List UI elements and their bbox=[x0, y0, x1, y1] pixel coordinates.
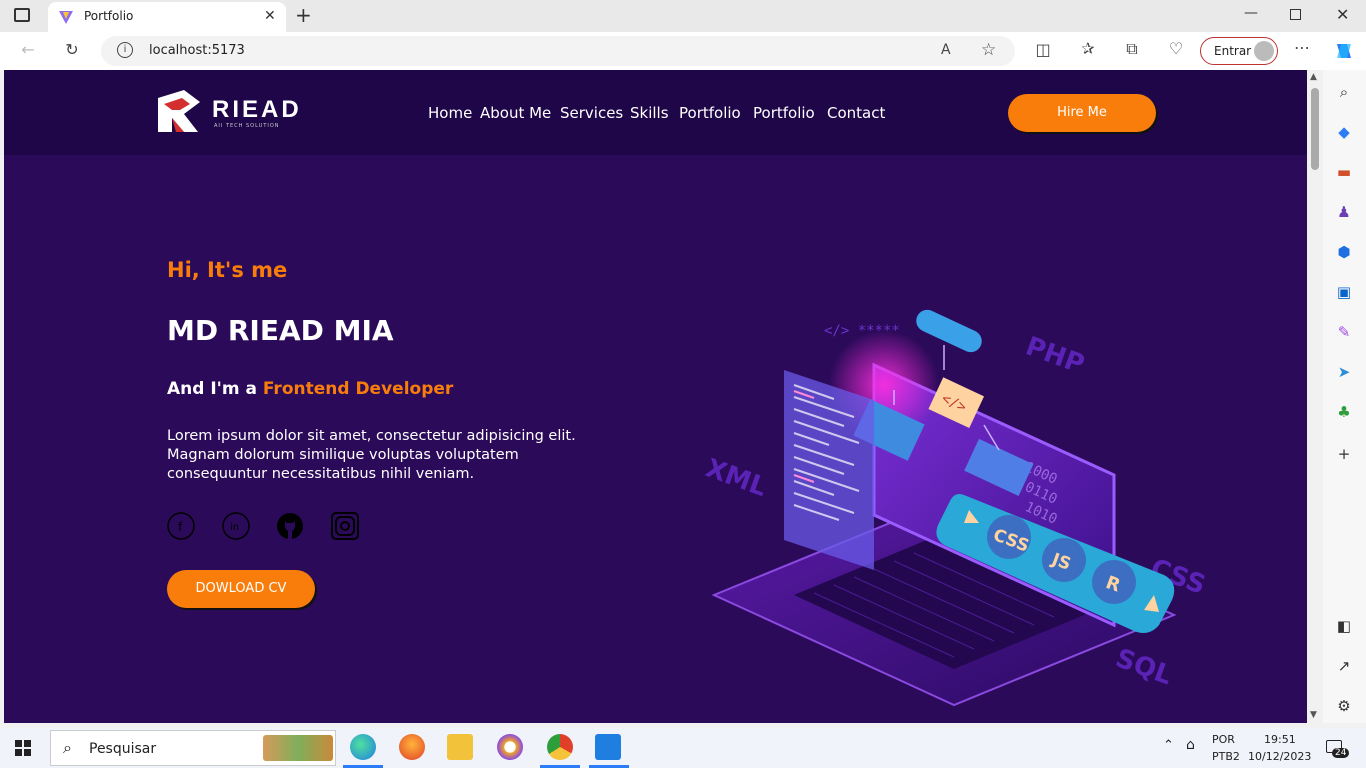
search-highlight-illustration bbox=[263, 735, 333, 761]
laptop-code-illustration: PHP XML CSS SQL </> ***** 1000 0110 1010 bbox=[702, 309, 1209, 707]
bg-word-xml: XML bbox=[702, 453, 771, 503]
browser-toolbar: ← ↻ i localhost:5173 A ☆ ◫ ✰ ⧉ ♡ Entrar … bbox=[0, 32, 1366, 70]
nav-skills[interactable]: Skills bbox=[630, 104, 669, 122]
bg-word-php: PHP bbox=[1022, 331, 1089, 380]
split-screen-icon[interactable]: ◫ bbox=[1031, 40, 1055, 59]
new-tab-icon[interactable]: + bbox=[295, 3, 312, 27]
taskbar-search-placeholder: Pesquisar bbox=[89, 741, 157, 757]
magnifier-icon: ⌕ bbox=[63, 738, 72, 757]
tree-icon[interactable]: ♣ bbox=[1334, 402, 1354, 422]
svg-text:f: f bbox=[178, 520, 183, 534]
taskbar-search-box[interactable]: ⌕ Pesquisar bbox=[50, 730, 336, 766]
tab-title: Portfolio bbox=[84, 9, 134, 23]
outlook-icon[interactable]: ▣ bbox=[1334, 282, 1354, 302]
role-prefix: And I'm a bbox=[167, 379, 257, 399]
windows-start-icon[interactable] bbox=[15, 740, 31, 756]
svg-text:in: in bbox=[230, 522, 239, 533]
restore-icon[interactable] bbox=[1290, 9, 1301, 20]
site-navbar: RIEAD AII TECH SOLUTION Home About Me Se… bbox=[4, 70, 1307, 155]
edge-app-icon[interactable] bbox=[350, 734, 376, 760]
linkedin-icon[interactable]: in bbox=[222, 512, 250, 540]
hero-section: Hi, It's me MD RIEAD MIA And I'm a Front… bbox=[4, 155, 1307, 723]
settings-gear-icon[interactable]: ⚙ bbox=[1334, 696, 1354, 716]
scrollbar-thumb[interactable] bbox=[1311, 88, 1319, 170]
browser-tab-bar: Portfolio ✕ + — ✕ bbox=[0, 0, 1366, 32]
minimize-icon[interactable]: — bbox=[1244, 5, 1258, 21]
signin-label: Entrar bbox=[1214, 44, 1252, 58]
address-bar[interactable]: i localhost:5173 A ☆ bbox=[101, 36, 1015, 66]
nav-services[interactable]: Services bbox=[560, 104, 623, 122]
nav-portfolio[interactable]: Portfolio bbox=[679, 104, 741, 122]
logo-text: RIEAD bbox=[212, 96, 302, 123]
facebook-icon[interactable]: f bbox=[167, 512, 195, 540]
logo-subtitle: AII TECH SOLUTION bbox=[214, 123, 280, 129]
keyboard-layout[interactable]: PTB2 bbox=[1212, 750, 1240, 763]
web-page: RIEAD AII TECH SOLUTION Home About Me Se… bbox=[4, 70, 1307, 723]
external-link-icon[interactable]: ↗ bbox=[1334, 656, 1354, 676]
more-menu-icon[interactable]: ⋯ bbox=[1290, 38, 1314, 57]
address-text: localhost:5173 bbox=[149, 43, 245, 58]
site-info-icon[interactable]: i bbox=[117, 42, 133, 58]
collections-icon[interactable]: ⧉ bbox=[1120, 39, 1144, 59]
vite-favicon-icon bbox=[59, 11, 73, 24]
tab-actions-icon[interactable] bbox=[14, 8, 30, 22]
send-icon[interactable]: ➤ bbox=[1334, 362, 1354, 382]
logo-mark-icon bbox=[158, 90, 200, 132]
page-scrollbar[interactable]: ▲ ▼ bbox=[1307, 70, 1323, 723]
close-window-icon[interactable]: ✕ bbox=[1336, 5, 1349, 24]
hero-greeting: Hi, It's me bbox=[167, 258, 288, 282]
back-icon[interactable]: ← bbox=[16, 40, 40, 59]
scroll-up-icon[interactable]: ▲ bbox=[1310, 72, 1317, 82]
scroll-down-icon[interactable]: ▼ bbox=[1310, 710, 1317, 720]
favorites-icon[interactable]: ✰ bbox=[1076, 39, 1100, 58]
avatar bbox=[1254, 41, 1274, 61]
bg-word-sql: SQL bbox=[1112, 643, 1176, 691]
download-cv-button[interactable]: DOWLOAD CV bbox=[167, 570, 315, 608]
nav-contact[interactable]: Contact bbox=[827, 104, 885, 122]
sidebar-toggle-icon[interactable]: ◧ bbox=[1334, 616, 1354, 636]
file-explorer-icon[interactable] bbox=[447, 734, 473, 760]
github-icon[interactable] bbox=[276, 512, 304, 540]
edge-sidebar: ⌕ ◆ ▬ ♟ ⬢ ▣ ✎ ➤ ♣ + ◧ ↗ ⚙ bbox=[1323, 70, 1366, 723]
designer-icon[interactable]: ✎ bbox=[1334, 322, 1354, 342]
performance-icon[interactable]: ♡ bbox=[1164, 39, 1188, 58]
vscode-app-icon[interactable] bbox=[595, 734, 621, 760]
browser-tab[interactable]: Portfolio ✕ bbox=[48, 2, 286, 32]
nav-home[interactable]: Home bbox=[428, 104, 472, 122]
network-icon[interactable]: ⌂ bbox=[1186, 737, 1195, 753]
office-icon[interactable]: ⬢ bbox=[1334, 242, 1354, 262]
close-tab-icon[interactable]: ✕ bbox=[264, 8, 276, 24]
read-aloud-icon[interactable]: A bbox=[941, 42, 951, 58]
nav-portfolio-2[interactable]: Portfolio bbox=[753, 104, 815, 122]
search-icon[interactable]: ⌕ bbox=[1334, 82, 1354, 102]
clock-date[interactable]: 10/12/2023 bbox=[1248, 750, 1311, 763]
hero-description: Lorem ipsum dolor sit amet, consectetur … bbox=[167, 428, 576, 482]
role-highlight: Frontend Developer bbox=[262, 379, 454, 399]
copilot-icon[interactable] bbox=[1333, 40, 1355, 62]
tray-chevron-icon[interactable]: ⌃ bbox=[1163, 738, 1174, 753]
instagram-icon[interactable] bbox=[331, 512, 359, 540]
signin-button[interactable]: Entrar bbox=[1200, 37, 1278, 65]
firefox-app-icon[interactable] bbox=[399, 734, 425, 760]
windows-taskbar: ⌕ Pesquisar ⌃ ⌂ POR PTB2 19:51 10/12/202… bbox=[0, 728, 1366, 768]
site-logo[interactable]: RIEAD AII TECH SOLUTION bbox=[154, 88, 314, 136]
favorite-star-icon[interactable]: ☆ bbox=[981, 40, 996, 60]
input-language[interactable]: POR bbox=[1212, 733, 1235, 746]
clock-time[interactable]: 19:51 bbox=[1264, 733, 1296, 746]
add-icon[interactable]: + bbox=[1334, 444, 1354, 464]
hire-me-button[interactable]: Hire Me bbox=[1008, 94, 1156, 132]
shopping-tag-icon[interactable]: ◆ bbox=[1334, 122, 1354, 142]
notification-count: 24 bbox=[1332, 748, 1350, 758]
nav-about[interactable]: About Me bbox=[480, 104, 551, 122]
chrome-app-icon[interactable] bbox=[547, 734, 573, 760]
refresh-icon[interactable]: ↻ bbox=[60, 40, 84, 59]
tools-icon[interactable]: ▬ bbox=[1334, 162, 1354, 182]
hero-name: MD RIEAD MIA bbox=[167, 314, 394, 347]
hero-role: And I'm a Frontend Developer bbox=[167, 379, 453, 399]
brave-like-app-icon[interactable] bbox=[497, 734, 523, 760]
games-icon[interactable]: ♟ bbox=[1334, 202, 1354, 222]
